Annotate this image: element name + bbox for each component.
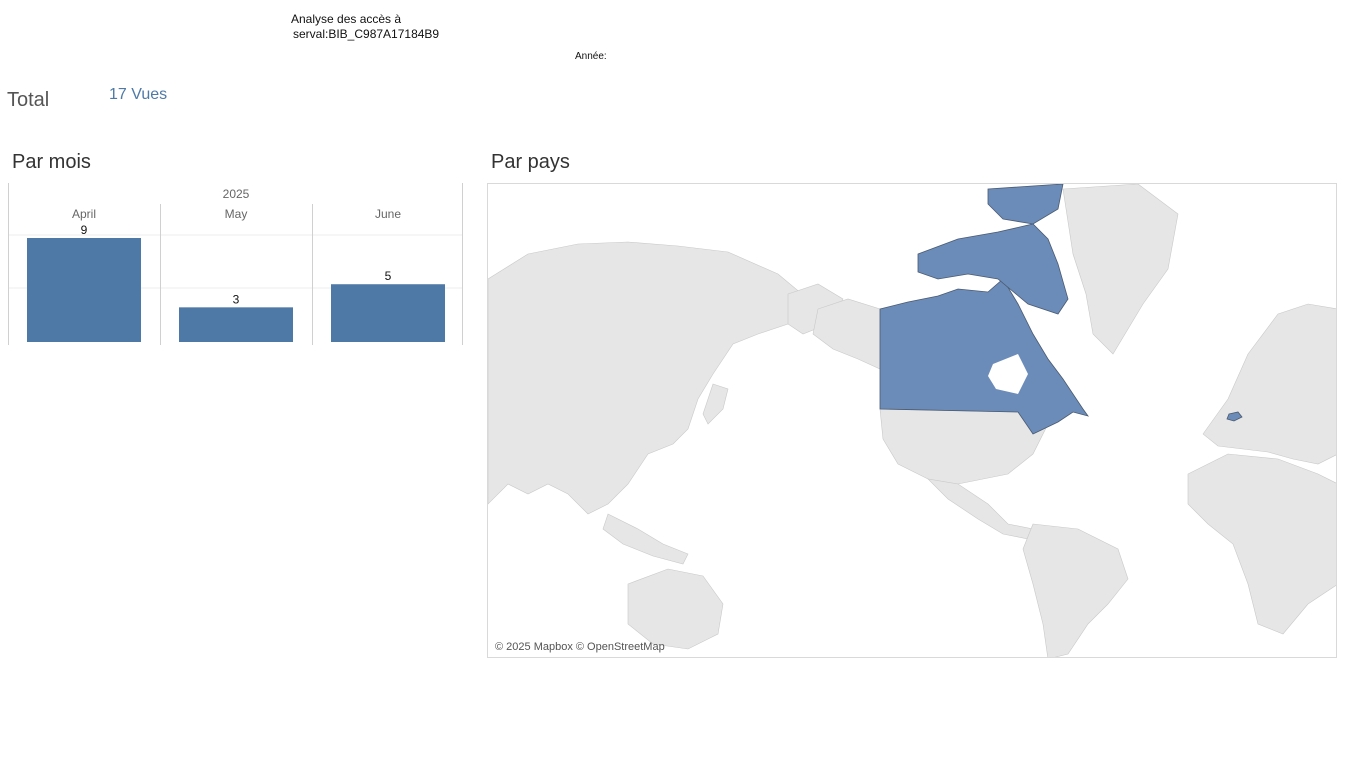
report-title-line1: Analyse des accès à: [291, 12, 402, 26]
month-label-april: April: [72, 207, 96, 221]
year-group-label: 2025: [223, 187, 250, 201]
by-country-title: Par pays: [491, 151, 570, 173]
bar-value-label-june: 5: [385, 269, 392, 283]
country-map[interactable]: © 2025 Mapbox © OpenStreetMap: [487, 183, 1337, 658]
total-views-value[interactable]: 17 Vues: [109, 86, 167, 104]
monthly-bar-chart: 2025 April 9 May 3 June 5: [8, 183, 464, 345]
report-title-line2: serval:BIB_C987A17184B9: [293, 27, 440, 41]
month-label-june: June: [375, 207, 401, 221]
bar-chart-svg: 2025 April 9 May 3 June 5: [8, 183, 463, 345]
by-month-title: Par mois: [12, 151, 91, 173]
map-attribution[interactable]: © 2025 Mapbox © OpenStreetMap: [495, 641, 665, 653]
bar-value-label-may: 3: [233, 292, 240, 306]
bar-may: [179, 307, 293, 342]
bar-value-label-april: 9: [81, 223, 88, 237]
year-filter-label[interactable]: Année:: [575, 51, 607, 62]
report-title: Analyse des accès à serval:BIB_C987A1718…: [291, 12, 439, 42]
world-map-svg[interactable]: [488, 184, 1337, 658]
month-label-may: May: [225, 207, 248, 221]
bar-june: [331, 284, 445, 342]
bar-april: [27, 238, 141, 342]
total-label: Total: [7, 89, 50, 111]
